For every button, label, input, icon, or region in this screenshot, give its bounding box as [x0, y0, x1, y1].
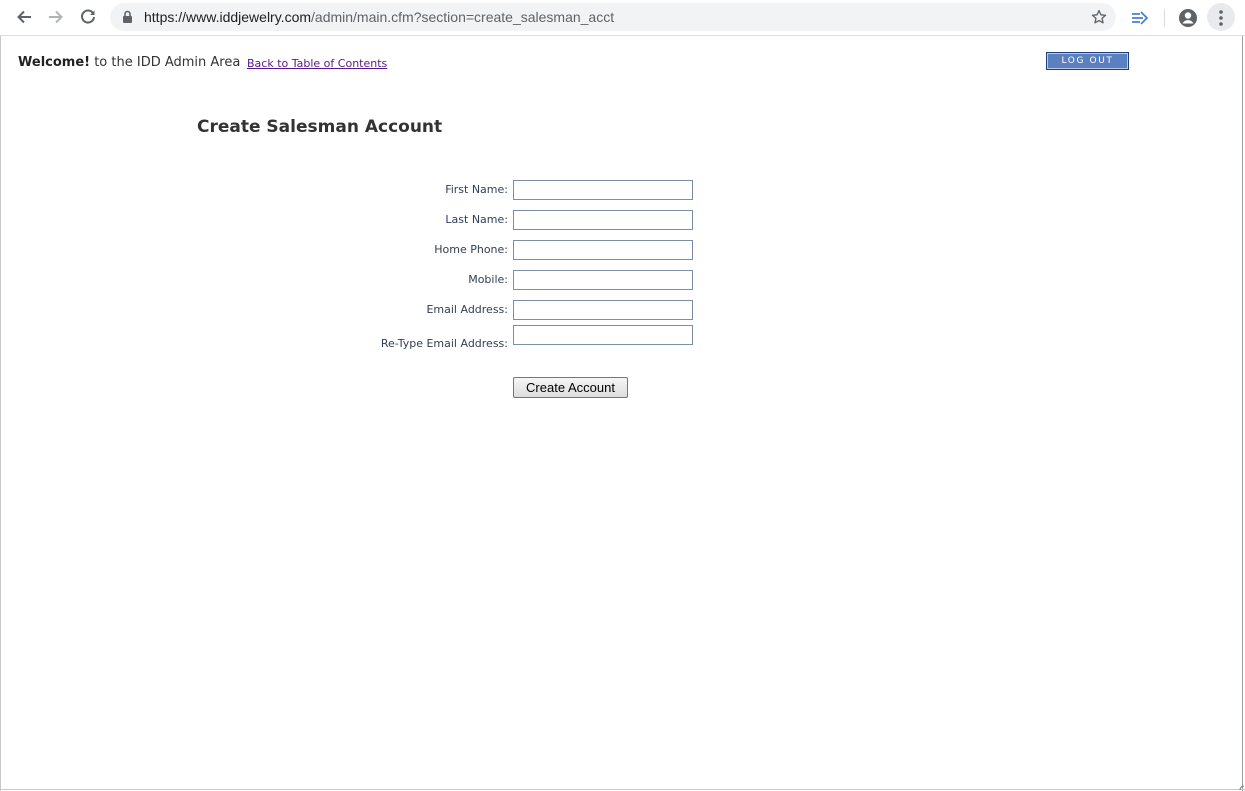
- resize-grip-icon: [1239, 785, 1245, 791]
- extension-arrow-icon: [1132, 11, 1149, 25]
- address-bar[interactable]: https://www.iddjewelry.com/admin/main.cf…: [110, 3, 1116, 31]
- reload-icon: [81, 9, 95, 24]
- page-border-left: [0, 36, 1, 791]
- forward-button[interactable]: [43, 5, 69, 29]
- page-border-right: [1242, 36, 1243, 791]
- create-account-button[interactable]: Create Account: [513, 377, 628, 398]
- page-border-bottom: [0, 789, 1245, 790]
- toolbar-separator: [1164, 9, 1165, 27]
- menu-button-icon-wrap[interactable]: [1209, 6, 1233, 30]
- browser-toolbar: https://www.iddjewelry.com/admin/main.cf…: [0, 0, 1245, 36]
- home-phone-input[interactable]: [513, 240, 693, 260]
- url-text: https://www.iddjewelry.com/admin/main.cf…: [144, 9, 614, 25]
- mobile-label: Mobile:: [468, 273, 508, 286]
- lock-icon: [123, 10, 132, 23]
- arrow-right-icon: [49, 10, 63, 24]
- reload-button[interactable]: [75, 5, 101, 29]
- arrow-left-icon: [17, 10, 31, 24]
- first-name-label: First Name:: [445, 183, 508, 196]
- welcome-text: Welcome! to the IDD Admin Area: [18, 55, 240, 70]
- home-phone-label: Home Phone:: [434, 243, 508, 256]
- retype-email-label: Re-Type Email Address:: [380, 337, 508, 350]
- account-circle-icon: [1179, 9, 1197, 27]
- url-host: https://www.iddjewelry.com: [144, 9, 312, 25]
- page-title: Create Salesman Account: [197, 117, 443, 137]
- back-button[interactable]: [11, 5, 37, 29]
- logout-button[interactable]: LOG OUT: [1046, 52, 1129, 70]
- star-icon[interactable]: [1090, 8, 1108, 26]
- welcome-rest: to the IDD Admin Area: [90, 55, 241, 70]
- mobile-input[interactable]: [513, 270, 693, 290]
- retype-email-input[interactable]: [513, 325, 693, 345]
- kebab-menu-icon: [1219, 10, 1223, 26]
- first-name-input[interactable]: [513, 180, 693, 200]
- extension-button[interactable]: [1128, 6, 1152, 30]
- last-name-label: Last Name:: [445, 213, 508, 226]
- back-to-toc-link[interactable]: Back to Table of Contents: [247, 57, 387, 70]
- last-name-input[interactable]: [513, 210, 693, 230]
- email-input[interactable]: [513, 300, 693, 320]
- url-path: /admin/main.cfm?section=create_salesman_…: [311, 9, 615, 25]
- welcome-bold: Welcome!: [18, 55, 91, 70]
- email-label: Email Address:: [426, 303, 508, 316]
- profile-button[interactable]: [1176, 6, 1200, 30]
